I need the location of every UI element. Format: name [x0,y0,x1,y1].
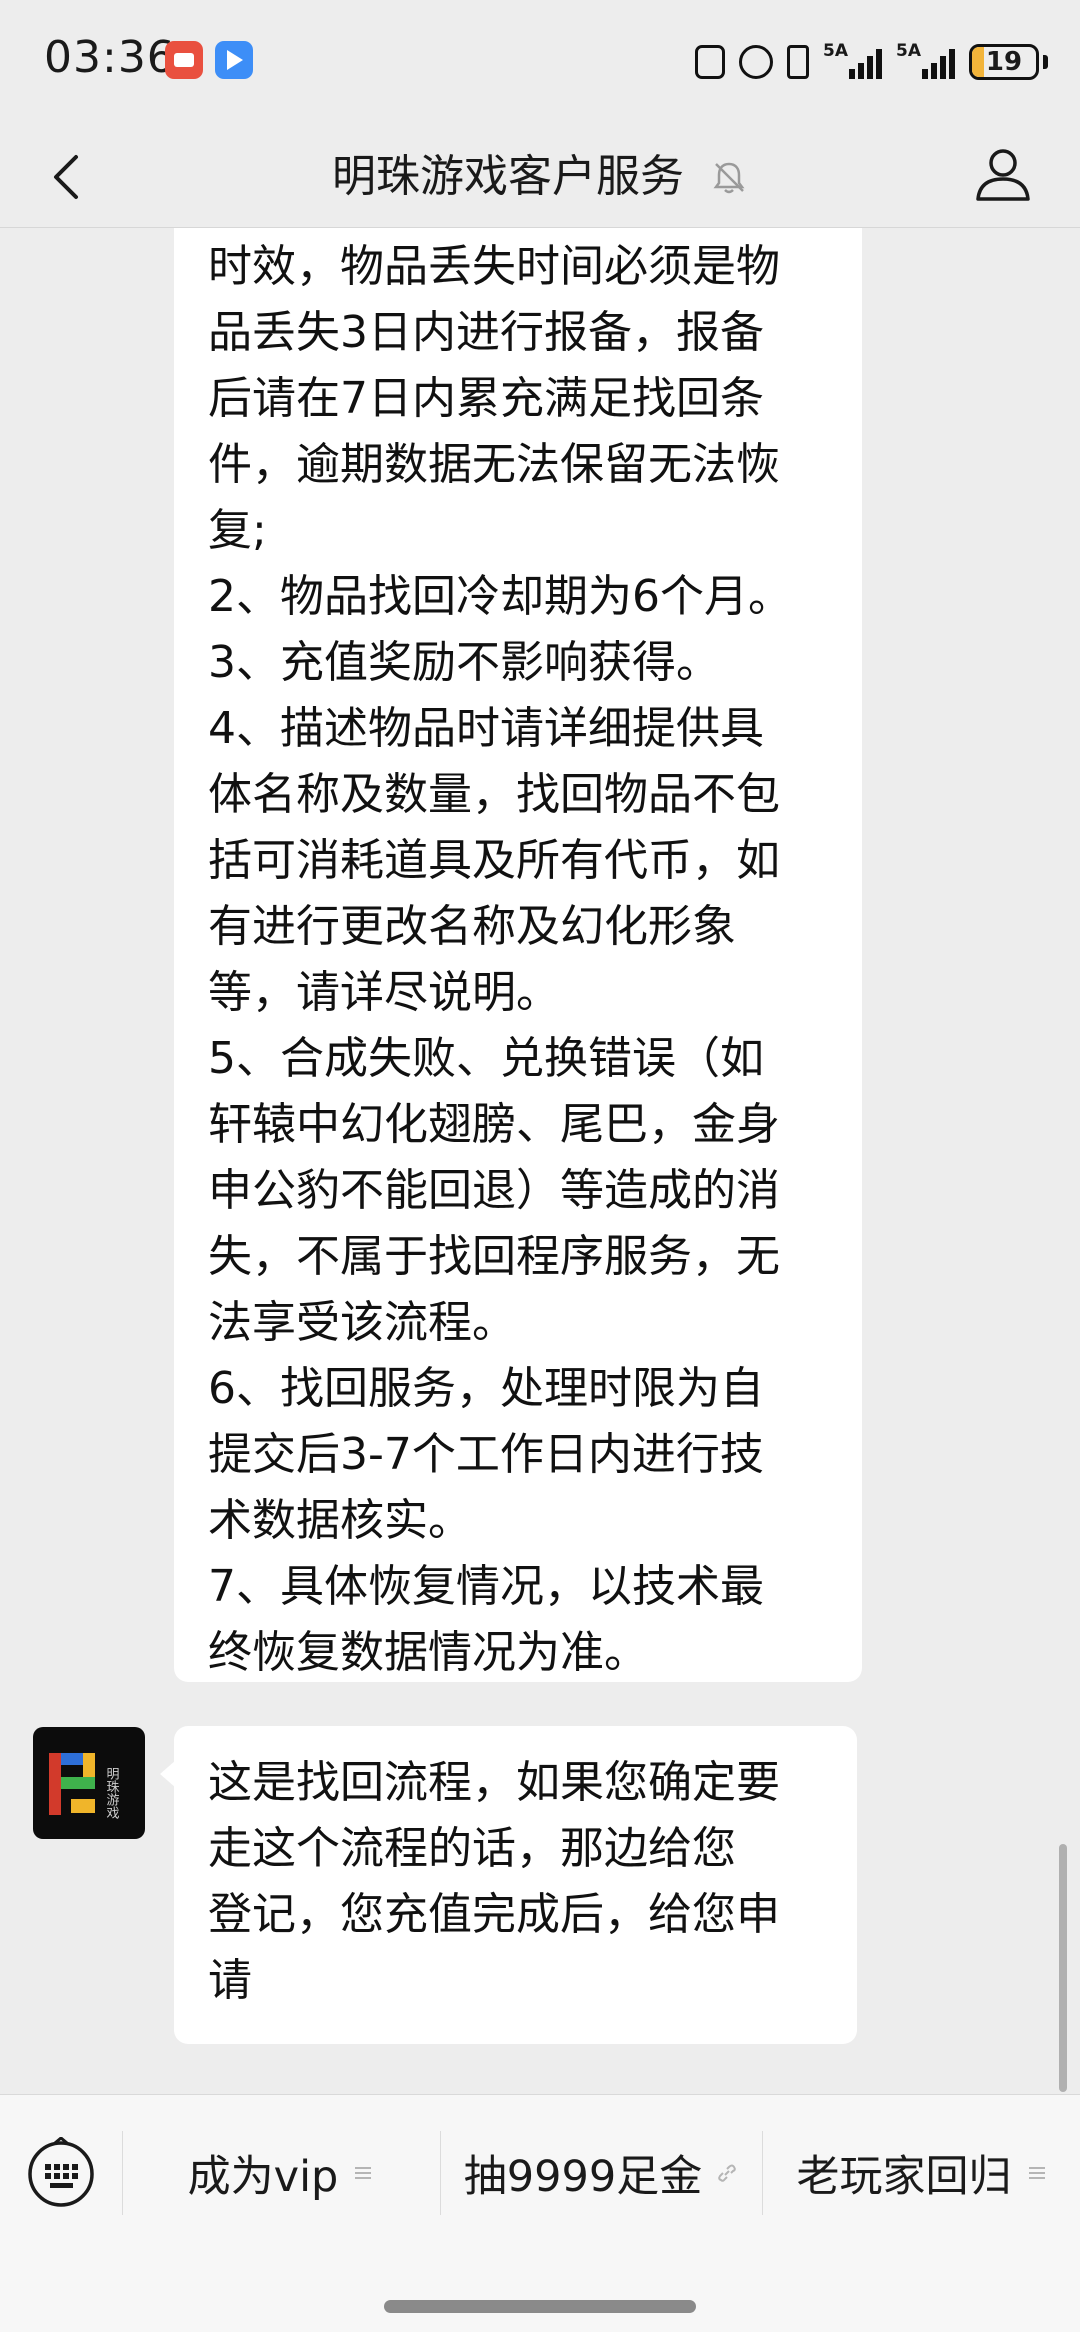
battery-level: 19 [985,47,1023,77]
alarm-icon [739,45,773,79]
signal-icon: 5A [823,41,882,79]
menu-item-label: 成为vip [187,2152,339,2202]
menu-lines-icon [1028,2167,1045,2179]
profile-button[interactable] [970,141,1036,207]
message-app-icon [215,41,253,79]
signal-label: 5A [823,41,848,61]
video-app-icon [165,41,203,79]
bell-muted-icon [713,162,745,194]
menu-item-vip[interactable]: 成为vip [124,2123,438,2223]
bottom-menu: 成为vip 抽9999足金 老玩家回归 [0,2094,1080,2332]
status-time: 03:36 [44,32,176,83]
chat-header: 明珠游戏客户服务 [0,125,1080,228]
battery-icon: 19 [969,44,1039,80]
keyboard-icon [28,2136,94,2207]
avatar-text: 明珠游戏 [104,1767,120,1820]
message-text: 这是找回流程，如果您确定要 走这个流程的话，那边给您 登记，您充值完成后，给您申… [208,1757,780,2006]
scrollbar[interactable] [1059,1844,1067,2092]
signal-label: 5A [896,41,921,61]
message-bubble[interactable]: 时效，物品丢失时间必须是物 品丢失3日内进行报备，报备 后请在7日内累充满足找回… [174,228,862,1682]
system-icons: 5A 5A 19 [695,38,1048,86]
menu-item-draw-gold[interactable]: 抽9999足金 [442,2123,760,2223]
message-bubble[interactable]: 这是找回流程，如果您确定要 走这个流程的话，那边给您 登记，您充值完成后，给您申… [160,1726,857,2044]
menu-lines-icon [355,2167,372,2179]
chat-title: 明珠游戏客户服务 [332,151,684,202]
nfc-icon [695,45,725,79]
signal-icon: 5A [896,41,955,79]
keyboard-toggle-button[interactable] [26,2136,96,2207]
page-title: 明珠游戏客户服务 [0,137,1080,215]
vibrate-icon [787,45,809,79]
menu-item-label: 老玩家回归 [796,2152,1012,2202]
menu-divider [762,2131,763,2215]
menu-item-label: 抽9999足金 [463,2152,703,2202]
avatar-logo: 明珠游戏 [49,1753,120,1820]
home-indicator[interactable] [384,2300,696,2313]
chat-area[interactable]: 时效，物品丢失时间必须是物 品丢失3日内进行报备，报备 后请在7日内累充满足找回… [0,228,1080,2094]
person-icon [976,149,1030,201]
avatar[interactable]: 明珠游戏 [33,1727,145,1839]
battery-tip [1043,55,1048,69]
menu-item-returning-player[interactable]: 老玩家回归 [764,2123,1080,2223]
menu-divider [122,2131,123,2215]
status-bar: 03:36 5A 5A 19 [0,0,1080,125]
message-text: 时效，物品丢失时间必须是物 品丢失3日内进行报备，报备 后请在7日内累充满足找回… [208,241,792,1678]
link-icon [718,2164,737,2182]
menu-divider [440,2131,441,2215]
